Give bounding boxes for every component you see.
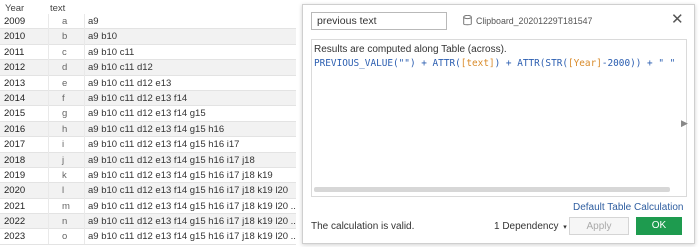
year-cell: 2011 bbox=[4, 46, 25, 58]
formula-editor[interactable]: Results are computed along Table (across… bbox=[311, 39, 687, 197]
year-cell: 2016 bbox=[4, 123, 26, 135]
text-cell: a9 b10 bbox=[88, 31, 118, 43]
column-divider bbox=[84, 14, 85, 244]
table-row[interactable]: 2019 k a9 b10 c11 d12 e13 f14 g15 h16 i17 … bbox=[0, 168, 296, 184]
text-cell: a9 b10 c11 d12 e13 f14 g15 bbox=[88, 108, 206, 120]
apply-button[interactable]: Apply bbox=[569, 217, 629, 235]
formula-part: PREVIOUS_VALUE("") + ATTR( bbox=[314, 58, 461, 69]
text-cell: a9 b10 c11 d12 e13 f14 g15 h16 i17 j18 bbox=[88, 154, 255, 166]
ok-button[interactable]: OK bbox=[636, 217, 682, 235]
validation-message: The calculation is valid. bbox=[311, 221, 415, 232]
text-cell: a9 b10 c11 d12 e13 f14 g15 h16 i17 j18 k… bbox=[88, 185, 289, 197]
letter-cell: a bbox=[62, 16, 68, 27]
letter-cell: c bbox=[62, 46, 67, 58]
field-reference-year: [Year] bbox=[568, 58, 602, 69]
table-row[interactable]: 2023 o a9 b10 c11 d12 e13 f14 g15 h16 i17 … bbox=[0, 229, 296, 245]
compute-scope-note: Results are computed along Table (across… bbox=[314, 44, 507, 55]
table-header: Year text bbox=[0, 0, 296, 14]
letter-cell: f bbox=[62, 92, 65, 104]
table-row[interactable]: 2020 l a9 b10 c11 d12 e13 f14 g15 h16 i17 … bbox=[0, 183, 296, 199]
horizontal-scrollbar[interactable] bbox=[314, 187, 670, 192]
letter-cell: d bbox=[62, 62, 68, 74]
text-cell: a9 b10 c11 d12 e13 f14 bbox=[88, 92, 188, 104]
year-cell: 2018 bbox=[4, 154, 26, 166]
letter-cell: g bbox=[62, 108, 68, 120]
year-cell: 2017 bbox=[4, 139, 26, 151]
table-row[interactable]: 2022 n a9 b10 c11 d12 e13 f14 g15 h16 i17 … bbox=[0, 214, 296, 230]
letter-cell: j bbox=[62, 154, 65, 166]
letter-cell: n bbox=[62, 216, 68, 228]
letter-cell: i bbox=[62, 139, 65, 151]
year-cell: 2020 bbox=[4, 185, 26, 197]
calculation-editor-dialog: previous text Clipboard_20201229T181547 … bbox=[302, 4, 695, 244]
letter-cell: b bbox=[62, 31, 68, 43]
table-row[interactable]: 2016 h a9 b10 c11 d12 e13 f14 g15 h16 bbox=[0, 121, 296, 138]
column-header-text[interactable]: text bbox=[50, 3, 65, 14]
dependency-dropdown[interactable]: 1 Dependency ▾ bbox=[494, 221, 567, 232]
letter-cell: h bbox=[62, 123, 68, 135]
data-source-name: Clipboard_20201229T181547 bbox=[476, 16, 593, 26]
year-cell: 2013 bbox=[4, 77, 26, 89]
year-cell: 2009 bbox=[4, 16, 26, 27]
table-row[interactable]: 2012 d a9 b10 c11 d12 bbox=[0, 60, 296, 76]
year-cell: 2023 bbox=[4, 231, 26, 243]
year-cell: 2014 bbox=[4, 92, 26, 104]
default-table-calculation-link[interactable]: Default Table Calculation bbox=[573, 202, 683, 213]
chevron-down-icon: ▾ bbox=[563, 224, 567, 231]
year-cell: 2019 bbox=[4, 169, 26, 181]
letter-cell: e bbox=[62, 77, 68, 89]
table-row[interactable]: 2021 m a9 b10 c11 d12 e13 f14 g15 h16 i17 … bbox=[0, 199, 296, 215]
text-cell: a9 bbox=[88, 16, 99, 27]
text-cell: a9 b10 c11 d12 bbox=[88, 62, 153, 74]
text-cell: a9 b10 c11 d12 e13 f14 g15 h16 i17 bbox=[88, 139, 240, 151]
formula-text[interactable]: PREVIOUS_VALUE("") + ATTR([text]) + ATTR… bbox=[314, 58, 675, 69]
year-cell: 2021 bbox=[4, 200, 26, 212]
table-row[interactable]: 2017 i a9 b10 c11 d12 e13 f14 g15 h16 i17 bbox=[0, 137, 296, 153]
letter-cell: o bbox=[62, 231, 68, 243]
text-cell: a9 b10 c11 d12 e13 f14 g15 h16 i17 j18 k… bbox=[88, 200, 296, 212]
table-row[interactable]: 2018 j a9 b10 c11 d12 e13 f14 g15 h16 i17 … bbox=[0, 152, 296, 168]
year-cell: 2015 bbox=[4, 108, 26, 120]
table-row[interactable]: 2015 g a9 b10 c11 d12 e13 f14 g15 bbox=[0, 106, 296, 122]
table-row[interactable]: 2009 a a9 bbox=[0, 14, 296, 30]
close-icon[interactable]: ✕ bbox=[671, 12, 684, 28]
text-cell: a9 b10 c11 d12 e13 f14 g15 h16 i17 j18 k… bbox=[88, 231, 296, 243]
field-reference-text: [text] bbox=[460, 58, 495, 69]
letter-cell: m bbox=[62, 200, 70, 212]
column-header-year[interactable]: Year bbox=[5, 3, 24, 14]
table-body: 2009 a a9 2010 b a9 b10 2011 c a9 b10 c11 2012 d a9… bbox=[0, 14, 296, 245]
text-cell: a9 b10 c11 d12 e13 bbox=[88, 77, 172, 89]
text-cell: a9 b10 c11 d12 e13 f14 g15 h16 i17 j18 k… bbox=[88, 169, 273, 181]
text-cell: a9 b10 c11 bbox=[88, 46, 135, 58]
text-cell: a9 b10 c11 d12 e13 f14 g15 h16 bbox=[88, 123, 225, 135]
letter-cell: k bbox=[62, 169, 67, 181]
dependency-label: 1 Dependency bbox=[494, 221, 559, 232]
database-icon bbox=[463, 15, 472, 26]
table-row[interactable]: 2011 c a9 b10 c11 bbox=[0, 45, 296, 61]
calculation-name-input[interactable]: previous text bbox=[311, 12, 447, 30]
year-cell: 2012 bbox=[4, 62, 26, 74]
year-cell: 2022 bbox=[4, 216, 26, 228]
expand-panel-icon[interactable]: ▶ bbox=[681, 118, 688, 129]
year-cell: 2010 bbox=[4, 31, 26, 43]
formula-part: -2000)) + " " bbox=[601, 58, 676, 69]
table-row[interactable]: 2013 e a9 b10 c11 d12 e13 bbox=[0, 76, 296, 91]
column-divider bbox=[48, 14, 49, 244]
table-row[interactable]: 2010 b a9 b10 bbox=[0, 29, 296, 45]
text-cell: a9 b10 c11 d12 e13 f14 g15 h16 i17 j18 k… bbox=[88, 216, 296, 228]
table-row[interactable]: 2014 f a9 b10 c11 d12 e13 f14 bbox=[0, 90, 296, 107]
data-table: Year text 2009 a a9 2010 b a9 b10 2011 c a9 b10 … bbox=[0, 0, 296, 245]
letter-cell: l bbox=[62, 185, 65, 197]
formula-part: ) + ATTR(STR( bbox=[494, 58, 568, 69]
